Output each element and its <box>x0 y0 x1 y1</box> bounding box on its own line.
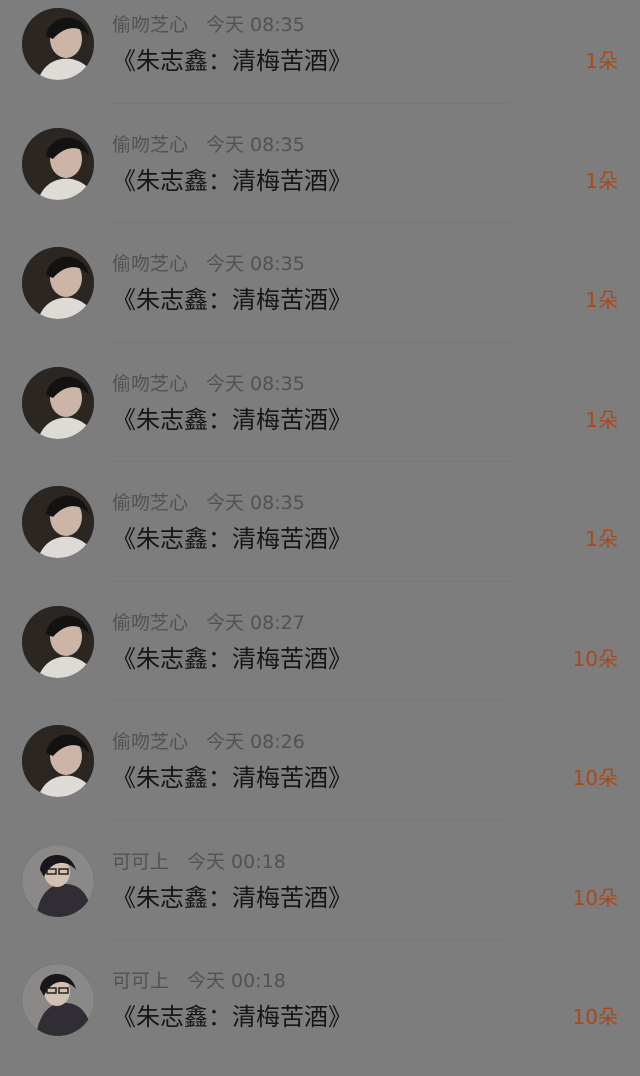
gift-time: 今天 08:27 <box>206 611 305 634</box>
list-item[interactable]: 偷吻芝心 今天 08:35 《朱志鑫：清梅苦酒》 1朵 <box>0 120 640 240</box>
gift-record-list: 偷吻芝心 今天 08:35 《朱志鑫：清梅苦酒》 1朵 偷吻芝心 今天 08:35 … <box>0 0 640 1060</box>
flower-count: 10朵 <box>572 646 618 671</box>
sender-name[interactable]: 偷吻芝心 <box>112 612 188 634</box>
avatar-boy-profile-icon[interactable] <box>22 605 94 678</box>
divider <box>112 102 510 104</box>
flower-count: 1朵 <box>585 527 618 551</box>
flower-count: 1朵 <box>585 168 618 193</box>
flower-count: 1朵 <box>585 288 618 312</box>
gift-time: 今天 08:35 <box>206 133 305 156</box>
sender-name[interactable]: 偷吻芝心 <box>112 14 188 36</box>
gift-meta: 偷吻芝心 今天 08:27 <box>112 610 305 636</box>
flower-count: 10朵 <box>572 1005 618 1029</box>
work-title[interactable]: 《朱志鑫：清梅苦酒》 <box>112 522 352 556</box>
work-title[interactable]: 《朱志鑫：清梅苦酒》 <box>112 164 352 198</box>
gift-meta: 偷吻芝心 今天 08:35 <box>112 132 305 158</box>
avatar-boy-hoodie-icon[interactable] <box>22 964 94 1036</box>
list-item[interactable]: 偷吻芝心 今天 08:35 《朱志鑫：清梅苦酒》 1朵 <box>0 239 640 359</box>
divider <box>112 819 510 821</box>
flower-count: 1朵 <box>585 49 618 73</box>
work-title[interactable]: 《朱志鑫：清梅苦酒》 <box>112 761 352 795</box>
gift-meta: 偷吻芝心 今天 08:35 <box>112 371 305 397</box>
sender-name[interactable]: 偷吻芝心 <box>112 253 188 275</box>
work-title[interactable]: 《朱志鑫：清梅苦酒》 <box>112 283 352 317</box>
list-item[interactable]: 可可上 今天 00:18 《朱志鑫：清梅苦酒》 10朵 <box>0 837 640 957</box>
flower-count: 10朵 <box>572 766 618 790</box>
avatar-boy-profile-icon[interactable] <box>22 247 94 319</box>
avatar-boy-hoodie-icon[interactable] <box>22 844 94 917</box>
work-title[interactable]: 《朱志鑫：清梅苦酒》 <box>112 44 352 78</box>
list-item[interactable]: 偷吻芝心 今天 08:35 《朱志鑫：清梅苦酒》 1朵 <box>0 359 640 479</box>
gift-time: 今天 08:35 <box>206 14 305 36</box>
sender-name[interactable]: 偷吻芝心 <box>112 492 188 514</box>
divider <box>112 580 510 582</box>
sender-name[interactable]: 偷吻芝心 <box>112 134 188 156</box>
avatar-boy-profile-icon[interactable] <box>22 486 94 558</box>
sender-name[interactable]: 偷吻芝心 <box>112 731 188 753</box>
sender-name[interactable]: 偷吻芝心 <box>112 373 188 395</box>
avatar-boy-profile-icon[interactable] <box>22 127 94 200</box>
divider <box>112 939 510 940</box>
list-item[interactable]: 偷吻芝心 今天 08:35 《朱志鑫：清梅苦酒》 1朵 <box>0 0 640 120</box>
gift-time: 今天 00:18 <box>187 850 286 873</box>
work-title[interactable]: 《朱志鑫：清梅苦酒》 <box>112 642 352 676</box>
gift-time: 今天 08:35 <box>206 253 305 275</box>
gift-time: 今天 08:35 <box>206 492 305 514</box>
work-title[interactable]: 《朱志鑫：清梅苦酒》 <box>112 403 352 437</box>
avatar-boy-profile-icon[interactable] <box>22 8 94 80</box>
list-item[interactable]: 偷吻芝心 今天 08:27 《朱志鑫：清梅苦酒》 10朵 <box>0 598 640 718</box>
flower-count: 10朵 <box>572 885 618 910</box>
divider <box>112 341 510 343</box>
gift-meta: 偷吻芝心 今天 08:26 <box>112 729 305 755</box>
avatar-boy-profile-icon[interactable] <box>22 725 94 797</box>
work-title[interactable]: 《朱志鑫：清梅苦酒》 <box>112 881 352 915</box>
divider <box>112 700 510 701</box>
gift-time: 今天 00:18 <box>187 970 286 992</box>
list-item[interactable]: 偷吻芝心 今天 08:35 《朱志鑫：清梅苦酒》 1朵 <box>0 478 640 598</box>
flower-count: 1朵 <box>585 407 618 432</box>
gift-meta: 偷吻芝心 今天 08:35 <box>112 12 305 38</box>
list-item[interactable]: 可可上 今天 00:18 《朱志鑫：清梅苦酒》 10朵 <box>0 956 640 1076</box>
gift-meta: 可可上 今天 00:18 <box>112 849 286 875</box>
avatar-boy-profile-icon[interactable] <box>22 366 94 439</box>
work-title[interactable]: 《朱志鑫：清梅苦酒》 <box>112 1000 352 1034</box>
divider <box>112 222 510 223</box>
gift-meta: 偷吻芝心 今天 08:35 <box>112 490 305 516</box>
gift-time: 今天 08:26 <box>206 731 305 753</box>
gift-meta: 可可上 今天 00:18 <box>112 968 286 994</box>
gift-time: 今天 08:35 <box>206 372 305 395</box>
gift-meta: 偷吻芝心 今天 08:35 <box>112 251 305 277</box>
list-item[interactable]: 偷吻芝心 今天 08:26 《朱志鑫：清梅苦酒》 10朵 <box>0 717 640 837</box>
sender-name[interactable]: 可可上 <box>112 851 169 873</box>
sender-name[interactable]: 可可上 <box>112 970 169 992</box>
divider <box>112 461 510 462</box>
